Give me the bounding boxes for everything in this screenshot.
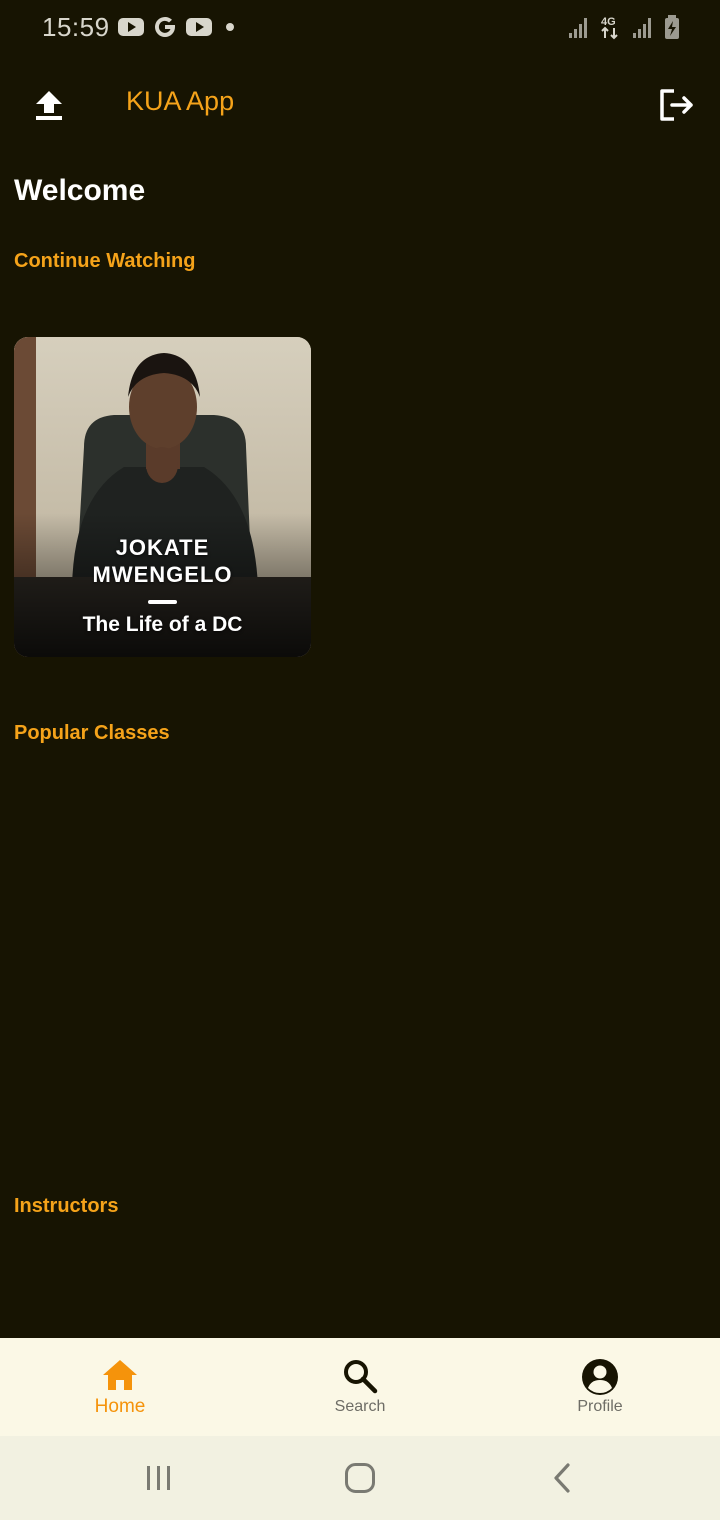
welcome-heading: Welcome xyxy=(14,174,146,207)
nav-search-label: Search xyxy=(334,1398,386,1415)
svg-text:4G: 4G xyxy=(601,16,616,28)
card-divider xyxy=(148,600,177,604)
card-title-line2: MWENGELO xyxy=(92,562,233,587)
status-time: 15:59 xyxy=(42,12,110,42)
back-icon xyxy=(554,1463,570,1493)
nav-search[interactable]: Search xyxy=(240,1338,480,1436)
continue-watching-title: Continue Watching xyxy=(14,250,196,272)
youtube-icon xyxy=(118,18,144,36)
logout-icon xyxy=(660,89,693,121)
card-thumbnail-image xyxy=(14,337,311,657)
bottom-navigation: Home Search Profile xyxy=(0,1338,720,1436)
recents-icon xyxy=(147,1466,170,1490)
dot-icon xyxy=(226,23,234,31)
status-left-icons xyxy=(118,14,240,40)
upload-button[interactable] xyxy=(26,82,72,128)
back-button[interactable] xyxy=(532,1458,592,1498)
nav-profile[interactable]: Profile xyxy=(480,1338,720,1436)
system-home-button[interactable] xyxy=(330,1458,390,1498)
nav-profile-label: Profile xyxy=(577,1398,623,1415)
status-bar: 15:59 4G xyxy=(0,0,720,56)
nav-home[interactable]: Home xyxy=(0,1338,240,1436)
profile-icon xyxy=(582,1359,618,1395)
google-icon xyxy=(155,16,175,37)
battery-charging-icon xyxy=(665,15,679,39)
app-bar: KUA App xyxy=(0,64,720,144)
card-subtitle: The Life of a DC xyxy=(82,613,243,636)
status-right-icons: 4G xyxy=(568,14,680,40)
signal-icon xyxy=(569,18,587,38)
home-icon xyxy=(103,1360,137,1390)
search-icon xyxy=(344,1360,378,1394)
card-title-line1: JOKATE xyxy=(115,535,210,560)
recents-button[interactable] xyxy=(129,1458,189,1498)
system-navigation-bar xyxy=(0,1436,720,1520)
youtube-icon xyxy=(186,18,212,36)
app-title: KUA App xyxy=(126,86,235,116)
continue-watching-card[interactable]: JOKATE MWENGELO The Life of a DC xyxy=(14,337,311,657)
home-circle-icon xyxy=(345,1463,375,1493)
popular-classes-title: Popular Classes xyxy=(14,722,170,744)
4g-icon: 4G xyxy=(601,16,618,40)
nav-home-label: Home xyxy=(94,1396,146,1417)
logout-button[interactable] xyxy=(654,82,700,128)
signal-icon xyxy=(633,18,651,38)
instructors-title: Instructors xyxy=(14,1195,119,1217)
card-title: JOKATE MWENGELO xyxy=(14,534,311,588)
upload-icon xyxy=(36,91,62,120)
